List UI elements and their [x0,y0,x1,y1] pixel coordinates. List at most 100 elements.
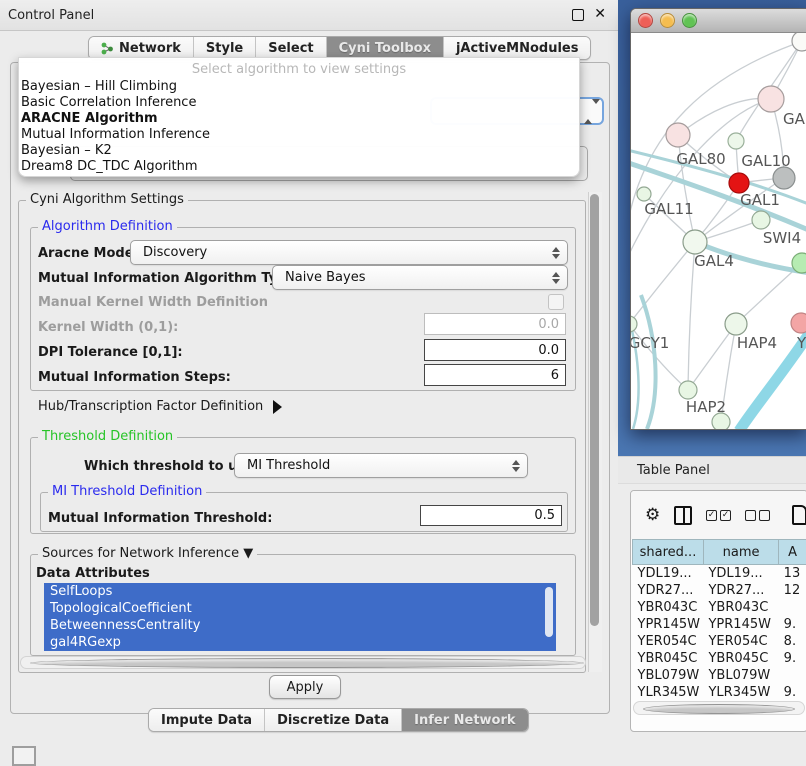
manual-kernel-label: Manual Kernel Width Definition [38,295,268,310]
tab-network[interactable]: Network [89,37,194,59]
attribute-item[interactable]: BetweennessCentrality [44,617,556,634]
table-cell: YLR345W [633,684,704,701]
column-header[interactable]: name [703,540,778,565]
tab-style[interactable]: Style [194,37,256,59]
gear-icon[interactable]: ⚙ [645,505,660,525]
tab-select[interactable]: Select [256,37,326,59]
network-node-hap2[interactable] [679,381,697,399]
network-node-gal7[interactable] [758,86,784,112]
network-edge[interactable] [641,295,656,429]
close-icon[interactable]: ✕ [594,6,606,22]
network-node-gal10[interactable] [773,167,795,189]
network-node[interactable] [712,413,730,429]
sources-title[interactable]: Sources for Network Inference ▼ [38,547,257,561]
tab-infer-network[interactable]: Infer Network [402,709,527,731]
table-hscrollbar-track[interactable] [633,701,805,715]
popup-item[interactable]: Bayesian – K2 [21,143,112,158]
table-panel-titlebar: Table Panel [618,456,806,484]
which-threshold-select[interactable]: MI Threshold [234,453,528,478]
table-row[interactable]: YER054CYER054C8. [633,633,806,650]
table-row[interactable]: YLR345WYLR345W9. [633,684,806,701]
mac-zoom-button[interactable] [682,13,697,28]
mac-close-button[interactable] [638,13,653,28]
table-cell: 12 [779,582,806,599]
apply-button[interactable]: Apply [269,675,341,699]
attribute-item[interactable]: SelfLoops [44,583,556,600]
mac-minimize-button[interactable] [660,13,675,28]
column-header[interactable]: shared... [633,540,704,565]
table-cell: 8. [779,633,806,650]
node-label: GAL80 [676,150,725,168]
table-row[interactable]: YDR27...YDR27...12 [633,582,806,599]
table-cell [779,667,806,684]
algorithm-popup: Select algorithm to view settings Bayesi… [18,57,580,177]
tab-label: Cyni Toolbox [339,41,431,56]
network-node-gal80[interactable] [666,123,690,147]
mi-steps-field[interactable]: 6 [424,364,566,386]
network-edge[interactable] [631,242,695,324]
table-row[interactable]: YBR043CYBR043C [633,599,806,616]
popup-item[interactable]: Dream8 DC_TDC Algorithm [21,159,198,174]
node-label: GAL11 [644,200,693,218]
bottom-tabbar: Impute DataDiscretize DataInfer Network [148,708,529,732]
popup-item[interactable]: ARACNE Algorithm [21,111,158,126]
settings-hscrollbar-thumb[interactable] [30,658,584,668]
table-cell: YDL19... [703,565,778,583]
attribute-item[interactable]: TopologicalCoefficient [44,600,556,617]
network-node-swi4[interactable] [792,253,806,273]
settings-hscrollbar-track[interactable] [20,656,586,669]
popup-item[interactable]: Bayesian – Hill Climbing [21,79,177,94]
attribute-item[interactable]: gal4RGexp [44,634,556,651]
network-node[interactable] [729,173,749,193]
network-edge[interactable] [688,324,736,390]
combo-arrows-icon [547,272,565,284]
network-node-gal4[interactable] [683,230,707,254]
settings-scrollbar-thumb[interactable] [590,194,599,626]
manual-kernel-checkbox[interactable] [548,294,564,310]
select-all-checkboxes-icon[interactable]: ✓✓ [706,510,731,521]
split-columns-icon[interactable] [674,506,692,525]
network-node-hap4[interactable] [725,313,747,335]
mi-threshold-field[interactable]: 0.5 [420,505,562,526]
tab-impute-data[interactable]: Impute Data [149,709,265,731]
column-header[interactable]: A [779,540,806,565]
attributes-scrollbar-thumb[interactable] [545,587,553,637]
new-table-icon[interactable] [792,505,806,525]
table-cell: YER054C [633,633,704,650]
aracne-mode-select[interactable]: Discovery [130,240,568,265]
control-panel-title: Control Panel [8,8,94,23]
network-node-gal1[interactable] [752,211,770,229]
node-label: GAL7 [783,110,806,128]
tab-discretize-data[interactable]: Discretize Data [265,709,402,731]
table-hscrollbar-thumb[interactable] [643,704,795,714]
combo-arrows-icon [507,460,525,472]
network-node-gal11[interactable] [637,187,651,201]
kernel-width-field[interactable]: 0.0 [424,313,566,335]
table-row[interactable]: YBR045CYBR045C9. [633,650,806,667]
deselect-all-checkboxes-icon[interactable] [745,510,770,521]
minimized-panel-icon[interactable] [12,746,36,766]
tab-jactivemnodules[interactable]: jActiveMNodules [444,37,591,59]
mi-threshold-label: Mutual Information Threshold: [48,511,272,526]
network-node[interactable] [728,133,744,149]
tab-cyni-toolbox[interactable]: Cyni Toolbox [327,37,444,59]
float-window-icon[interactable] [572,9,584,21]
data-attributes-label: Data Attributes [36,566,150,581]
mi-type-select[interactable]: Naive Bayes [272,265,568,290]
network-node-gcy1[interactable] [631,316,637,332]
cyni-algorithm-settings-title: Cyni Algorithm Settings [26,193,188,207]
hub-definition-toggle[interactable]: Hub/Transcription Factor Definition [38,399,282,414]
node-label: GCY1 [631,334,669,352]
table-cell: YBR043C [703,599,778,616]
table-row[interactable]: YPR145WYPR145W9. [633,616,806,633]
table-row[interactable]: YBL079WYBL079W [633,667,806,684]
popup-item[interactable]: Mutual Information Inference [21,127,210,142]
network-canvas[interactable]: GAL7GAL80GAL10GAL1GAL11GAL4SWI4GCY1HAP4Y… [631,33,806,429]
popup-item[interactable]: Basic Correlation Inference [21,95,196,110]
network-window-titlebar[interactable] [631,9,806,33]
dpi-tolerance-field[interactable]: 0.0 [424,339,566,361]
popup-placeholder: Select algorithm to view settings [19,62,579,77]
network-node[interactable] [792,33,806,51]
table-row[interactable]: YDL19...YDL19...13 [633,565,806,583]
network-node-y[interactable] [791,313,806,333]
